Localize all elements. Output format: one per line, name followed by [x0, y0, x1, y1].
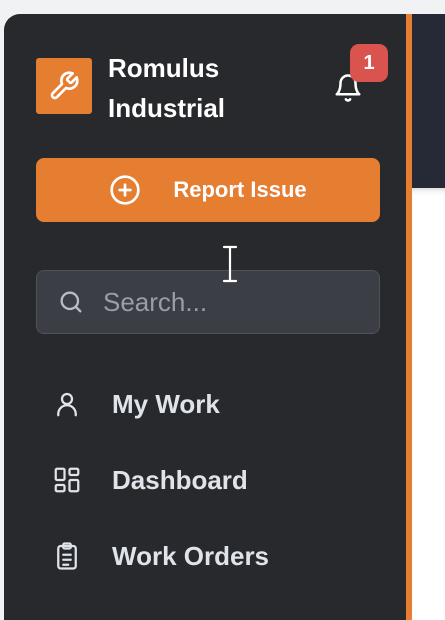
- search-input[interactable]: [103, 286, 353, 318]
- search-icon: [57, 288, 85, 316]
- sidebar-nav: My Work Dashboard Work Orders: [52, 366, 372, 594]
- sidebar-item-work-orders[interactable]: Work Orders: [52, 518, 372, 594]
- dashboard-icon: [52, 465, 96, 495]
- notification-count-badge: 1: [350, 44, 388, 82]
- search-box[interactable]: [36, 270, 380, 334]
- sidebar-item-label: Work Orders: [112, 540, 270, 571]
- sidebar-item-dashboard[interactable]: Dashboard: [52, 442, 372, 518]
- main-content-area: [410, 188, 445, 620]
- sidebar-item-label: My Work: [112, 388, 220, 419]
- app-topbar: [410, 14, 445, 188]
- app-window: Romulus Industrial 1 Report Issue Search…: [0, 0, 445, 620]
- sidebar-item-my-work[interactable]: My Work: [52, 366, 372, 442]
- plus-circle-icon: [109, 174, 141, 206]
- report-issue-label: Report Issue: [173, 177, 307, 202]
- brand-name-line2: Industrial: [108, 93, 226, 123]
- report-issue-button[interactable]: Report Issue: [36, 158, 380, 222]
- brand-name: Romulus Industrial: [108, 48, 308, 128]
- wrench-icon: [48, 70, 80, 102]
- brand-logo: [36, 58, 92, 114]
- brand-name-line1: Romulus: [108, 53, 220, 83]
- sidebar: Romulus Industrial 1 Report Issue Search…: [4, 14, 412, 620]
- sidebar-item-label: Dashboard: [112, 464, 248, 495]
- user-icon: [52, 389, 96, 419]
- clipboard-icon: [52, 541, 96, 571]
